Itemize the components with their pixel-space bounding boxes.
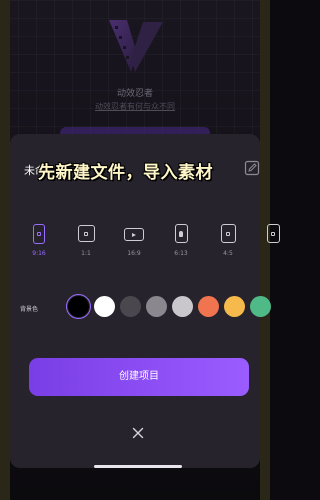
portrait-icon [33,224,45,244]
brand-subtitle-link[interactable]: 动效忍者有何与众不同 [0,101,270,112]
ratio-option-4-5[interactable]: 4:5 [213,224,243,257]
ratio-option-1-1[interactable]: 1:1 [71,224,101,257]
pencil-icon[interactable] [244,160,260,176]
ratio-label: 4:5 [223,250,233,257]
brand-name: 动效忍者 [116,89,153,99]
ratio-option-9-16[interactable]: 9:16 [24,224,54,257]
ratio-label: 1:1 [81,250,91,257]
ratio-option-more[interactable] [258,224,288,243]
background-color-swatches [64,294,271,320]
film-strip-v-logo [109,20,163,72]
aspect-ratio-list: 9:16 1:1 16:9 6:13 4:5 [0,224,280,272]
ratio-label: 6:13 [174,250,188,257]
color-swatch-green[interactable] [250,296,271,317]
color-swatch-dark-gray[interactable] [120,296,141,317]
background-color-label: 背景色 [20,306,39,313]
youtube-play-icon [124,228,144,241]
person-icon [174,224,188,243]
portrait-icon [220,224,236,243]
tutorial-caption: 先新建文件，导入素材 [38,163,213,183]
ratio-label: 9:16 [32,250,46,257]
create-project-button[interactable]: 创建项目 [29,358,249,396]
color-swatch-white[interactable] [94,296,115,317]
ratio-label: 16:9 [127,250,141,257]
square-icon [77,225,95,242]
color-swatch-light-gray[interactable] [172,296,193,317]
home-indicator [94,465,182,468]
color-swatch-orange[interactable] [198,296,219,317]
color-swatch-gray[interactable] [146,296,167,317]
close-icon[interactable] [132,427,144,439]
portrait-icon [266,224,280,243]
color-swatch-yellow[interactable] [224,296,245,317]
ratio-option-16-9[interactable]: 16:9 [119,224,149,257]
color-swatch-black[interactable] [66,294,91,319]
ratio-option-6-13[interactable]: 6:13 [166,224,196,257]
